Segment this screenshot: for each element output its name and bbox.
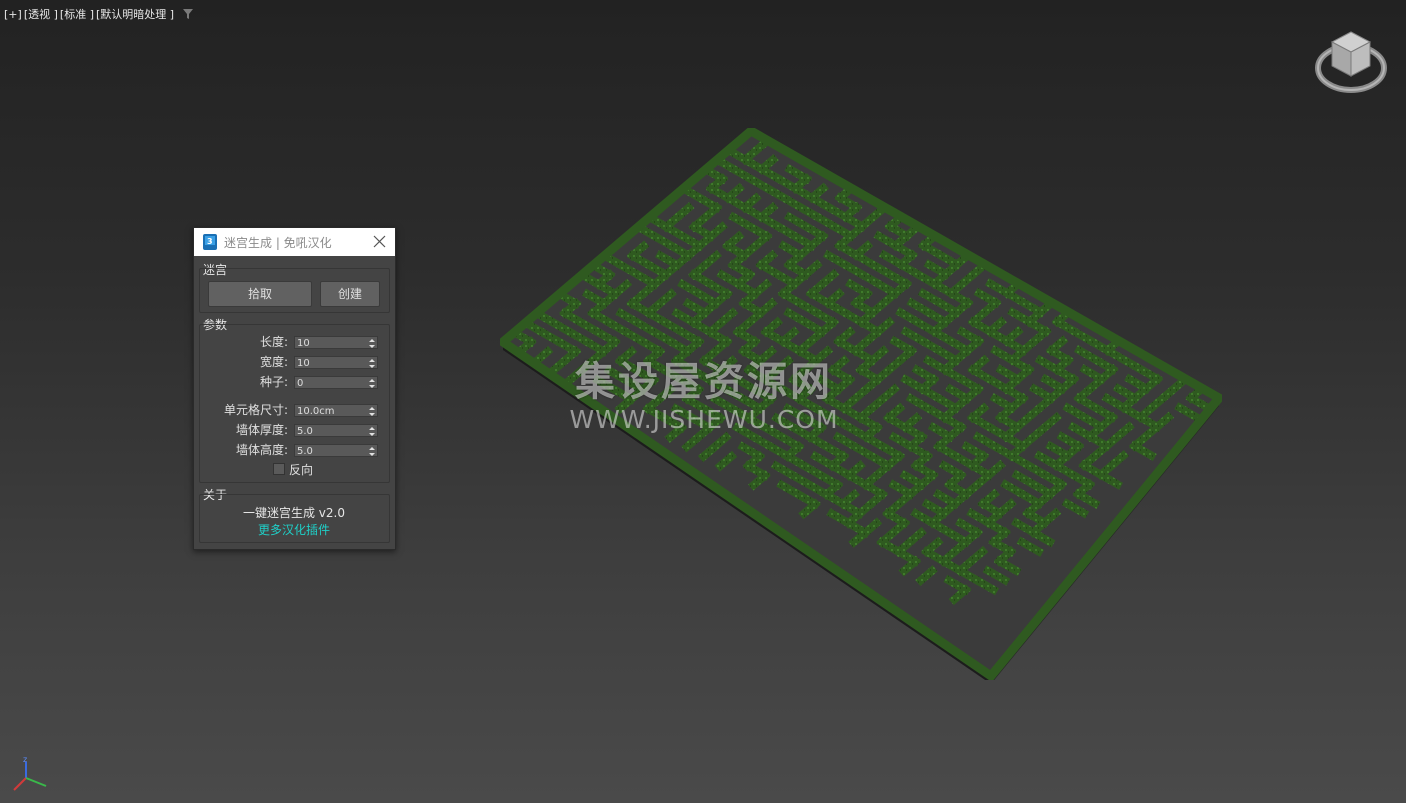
cell-size-spinner[interactable]: 10.0cm xyxy=(294,404,378,417)
axis-z-label: z xyxy=(23,756,27,764)
viewcube[interactable] xyxy=(1314,28,1388,98)
app-icon: 3 xyxy=(203,234,217,250)
param-row-wall-thickness: 墙体厚度: 5.0 xyxy=(194,422,394,438)
seed-value: 0 xyxy=(297,378,304,389)
cell-size-label: 单元格尺寸: xyxy=(223,403,288,417)
maze-model xyxy=(500,128,1222,680)
viewport-menu-view[interactable]: [透视 ] xyxy=(24,6,58,22)
viewport-label: [+] [透视 ] [标准 ] [默认明暗处理 ] xyxy=(4,6,194,22)
spinner-arrows-icon[interactable] xyxy=(369,445,375,458)
seed-label: 种子: xyxy=(259,375,288,389)
width-spinner[interactable]: 10 xyxy=(294,356,378,369)
spinner-arrows-icon[interactable] xyxy=(369,425,375,438)
length-spinner[interactable]: 10 xyxy=(294,336,378,349)
pick-button[interactable]: 拾取 xyxy=(208,281,312,307)
create-button[interactable]: 创建 xyxy=(320,281,380,307)
seed-spinner[interactable]: 0 xyxy=(294,376,378,389)
close-icon[interactable] xyxy=(373,235,386,248)
svg-text:3: 3 xyxy=(207,237,213,246)
dialog-title: 迷宫生成 | 免吼汉化 xyxy=(224,235,332,250)
filter-icon[interactable] xyxy=(182,8,194,20)
reverse-label: 反向 xyxy=(289,463,314,477)
viewport-menu-standard[interactable]: [标准 ] xyxy=(60,6,94,22)
cell-size-value: 10.0cm xyxy=(297,406,335,417)
viewport-menu-shading[interactable]: [默认明暗处理 ] xyxy=(96,6,174,22)
wall-height-value: 5.0 xyxy=(297,446,313,457)
length-value: 10 xyxy=(297,338,310,349)
viewport-menu-plus[interactable]: [+] xyxy=(4,8,22,21)
dialog-titlebar[interactable]: 3 迷宫生成 | 免吼汉化 xyxy=(194,228,395,256)
param-row-wall-height: 墙体高度: 5.0 xyxy=(194,442,394,458)
length-label: 长度: xyxy=(259,335,288,349)
axis-tripod: z xyxy=(13,756,47,791)
reverse-checkbox[interactable] xyxy=(273,463,285,475)
spinner-arrows-icon[interactable] xyxy=(369,377,375,390)
param-row-width: 宽度: 10 xyxy=(194,354,394,370)
width-label: 宽度: xyxy=(259,355,288,369)
wall-height-label: 墙体高度: xyxy=(235,443,288,457)
product-version: 一键迷宫生成 v2.0 xyxy=(242,506,345,520)
wall-height-spinner[interactable]: 5.0 xyxy=(294,444,378,457)
wall-thickness-value: 5.0 xyxy=(297,426,313,437)
param-row-length: 长度: 10 xyxy=(194,334,394,350)
more-plugins-link[interactable]: 更多汉化插件 xyxy=(194,521,394,538)
wall-thickness-label: 墙体厚度: xyxy=(235,423,288,437)
param-row-seed: 种子: 0 xyxy=(194,374,394,390)
spinner-arrows-icon[interactable] xyxy=(369,337,375,350)
spinner-arrows-icon[interactable] xyxy=(369,357,375,370)
spinner-arrows-icon[interactable] xyxy=(369,405,375,418)
maze-generator-dialog: 3 迷宫生成 | 免吼汉化 迷宫 拾取 创建 参数 长度: 10 宽度: 10 … xyxy=(193,227,396,550)
param-row-cell-size: 单元格尺寸: 10.0cm xyxy=(194,402,394,418)
wall-thickness-spinner[interactable]: 5.0 xyxy=(294,424,378,437)
width-value: 10 xyxy=(297,358,310,369)
